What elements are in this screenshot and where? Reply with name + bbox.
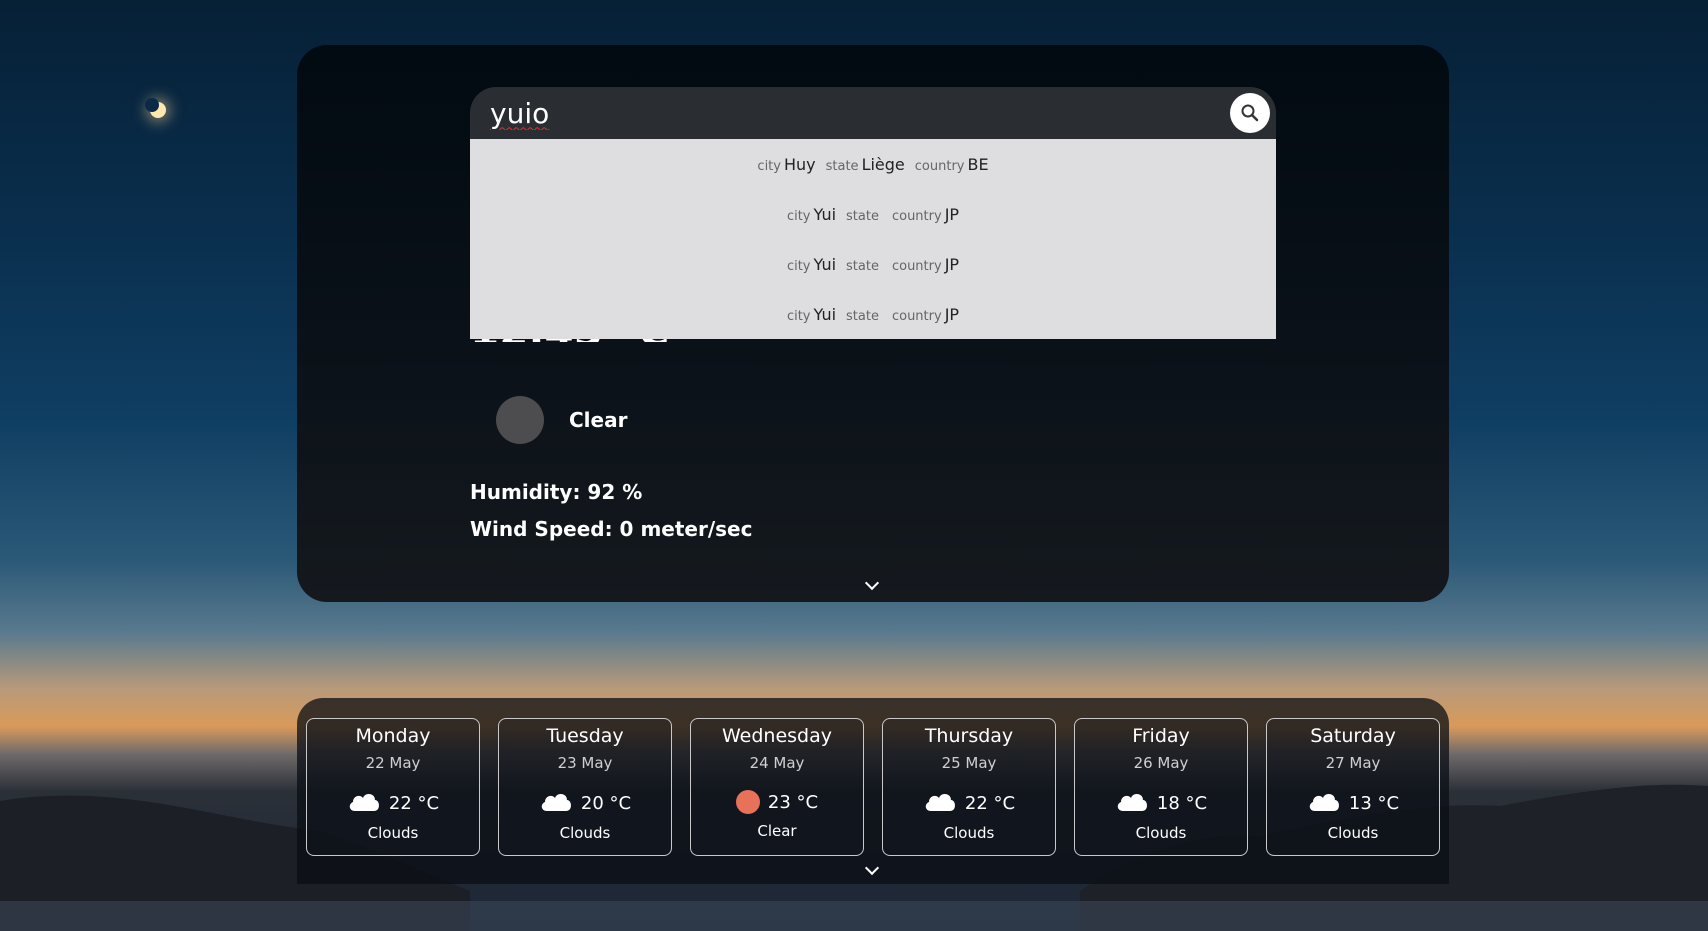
day-name: Tuesday [546,725,624,747]
cloud-icon [347,790,381,816]
country-value: JP [944,204,960,224]
forecast-day-card[interactable]: Saturday 27 May 13 °C Clouds [1266,718,1440,856]
day-condition: Clouds [943,824,995,842]
day-date: 22 May [365,754,421,772]
cloud-icon [539,790,573,816]
country-value: JP [944,254,960,274]
city-value: Huy [783,154,816,174]
search-icon [1241,104,1259,122]
city-label: city [757,158,781,174]
search-button[interactable] [1230,93,1270,133]
city-value: Yui [813,304,837,324]
day-date: 23 May [557,754,613,772]
condition-text: Clear [569,408,628,432]
suggestion-item[interactable]: city Huy state Liège country BE [470,139,1276,189]
state-value: Liège [861,154,905,174]
cloud-icon [1115,790,1149,816]
day-date: 26 May [1133,754,1189,772]
search-bar [470,87,1276,139]
country-label: country [914,158,965,174]
wind-speed-text: Wind Speed: 0 meter/sec [470,517,753,541]
suggestion-item[interactable]: city Yui state country JP [470,189,1276,239]
humidity-text: Humidity: 92 % [470,480,643,504]
day-date: 25 May [941,754,997,772]
day-name: Friday [1132,725,1190,747]
forecast-day-card[interactable]: Thursday 25 May 22 °C Clouds [882,718,1056,856]
country-value: JP [944,304,960,324]
day-temperature: 20 °C [580,792,632,814]
day-condition: Clear [757,822,797,840]
state-label: state [825,158,859,174]
city-value: Yui [813,254,837,274]
forecast-day-card[interactable]: Friday 26 May 18 °C Clouds [1074,718,1248,856]
suggestion-dropdown: city Huy state Liège country BE city Yui sta… [470,139,1276,339]
moon-decoration [145,98,166,118]
day-date: 27 May [1325,754,1381,772]
day-condition: Clouds [367,824,419,842]
day-name: Monday [355,725,431,747]
day-condition: Clouds [1327,824,1379,842]
day-name: Wednesday [721,725,832,747]
day-temperature: 23 °C [767,791,819,813]
country-label: country [891,258,942,274]
country-label: country [891,208,942,224]
weather-icon [496,396,544,444]
current-condition: Clear [496,396,627,444]
day-temperature: 13 °C [1348,792,1400,814]
day-name: Saturday [1310,725,1396,747]
country-value: BE [967,154,989,174]
suggestion-item[interactable]: city Yui state country JP [470,239,1276,289]
city-label: city [786,208,811,224]
day-condition: Clouds [1135,824,1187,842]
day-name: Thursday [924,725,1014,747]
day-temperature: 22 °C [388,792,440,814]
country-label: country [891,308,942,324]
state-label: state [846,308,879,324]
city-value: Yui [813,204,837,224]
city-label: city [786,258,811,274]
suggestion-item[interactable]: city Yui state country JP [470,289,1276,339]
day-condition: Clouds [559,824,611,842]
day-temperature: 18 °C [1156,792,1208,814]
state-label: state [846,258,879,274]
forecast-day-card[interactable]: Monday 22 May 22 °C Clouds [306,718,480,856]
forecast-day-card[interactable]: Tuesday 23 May 20 °C Clouds [498,718,672,856]
cloud-icon [1307,790,1341,816]
city-label: city [786,308,811,324]
sun-icon [735,790,760,814]
day-date: 24 May [749,754,805,772]
search-input[interactable] [490,96,1230,130]
forecast-day-card[interactable]: Wednesday 24 May 23 °C Clear [690,718,864,856]
state-label: state [846,208,879,224]
day-temperature: 22 °C [964,792,1016,814]
cloud-icon [923,790,957,816]
